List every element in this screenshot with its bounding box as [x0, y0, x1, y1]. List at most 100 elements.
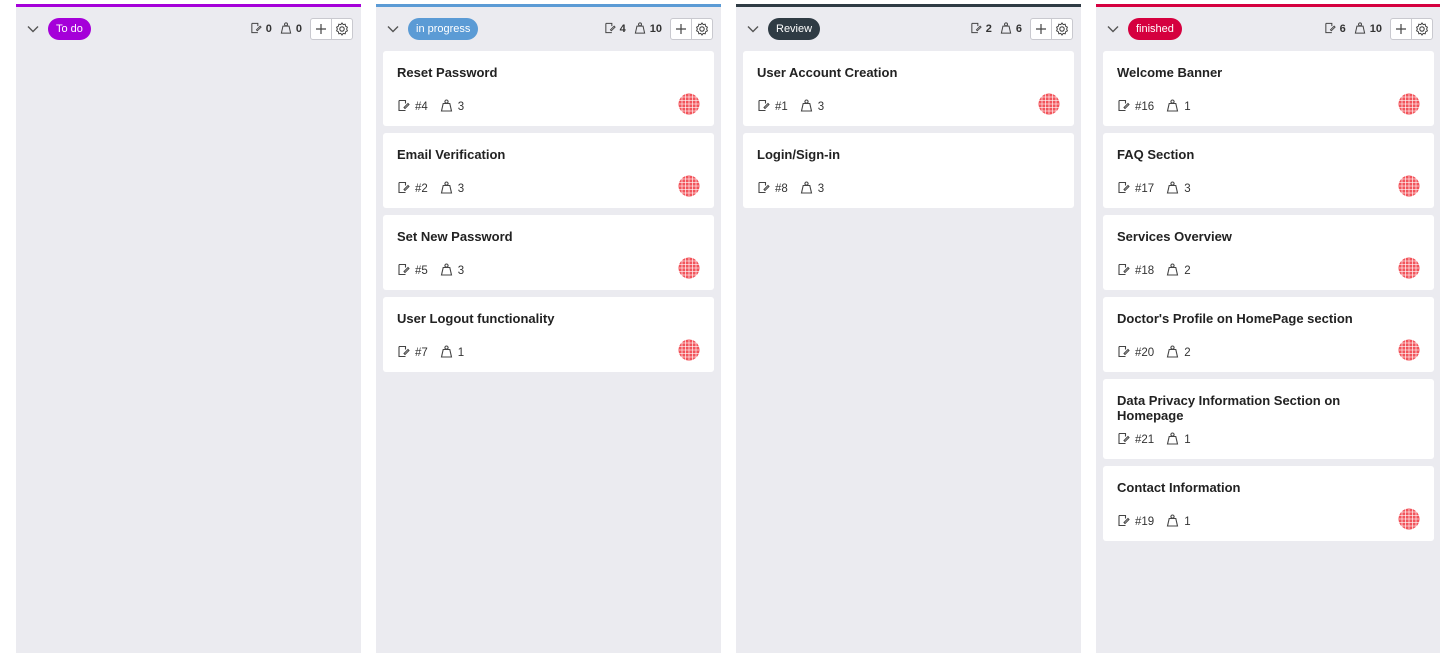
plus-icon[interactable] — [1391, 19, 1411, 39]
card-title: Email Verification — [397, 147, 506, 162]
plus-icon[interactable] — [671, 19, 691, 39]
status-badge[interactable]: To do — [48, 18, 91, 40]
card-points-value: 1 — [457, 347, 465, 359]
chevron-down-icon[interactable] — [1106, 22, 1120, 36]
column-to-do: To do 0 0 — [16, 4, 361, 653]
column-review: Review 2 6 User Account Creation #1 3 Login/Si… — [736, 4, 1081, 653]
issue-card[interactable]: Services Overview #18 2 — [1103, 215, 1434, 290]
card-ref: #19 — [1117, 514, 1154, 530]
status-badge[interactable]: finished — [1128, 18, 1182, 40]
card-ref: #18 — [1117, 263, 1154, 279]
weight-icon — [1166, 263, 1184, 279]
chevron-down-icon[interactable] — [746, 22, 760, 36]
plus-icon[interactable] — [1031, 19, 1051, 39]
issue-icon — [1324, 22, 1340, 37]
card-meta: #19 1 — [1117, 514, 1420, 530]
avatar[interactable] — [678, 257, 700, 279]
issue-icon — [757, 99, 775, 115]
weight-icon — [800, 181, 818, 197]
issue-card[interactable]: Email Verification #2 3 — [383, 133, 714, 208]
card-ref-value: #19 — [1135, 516, 1155, 528]
issue-icon — [1117, 99, 1135, 115]
gear-icon[interactable] — [331, 19, 352, 39]
card-ref: #7 — [397, 345, 428, 361]
issue-card[interactable]: User Account Creation #1 3 — [743, 51, 1074, 126]
issue-count: 4 — [604, 22, 626, 37]
weight-icon — [1000, 21, 1016, 37]
avatar[interactable] — [1398, 508, 1420, 530]
card-ref: #5 — [397, 263, 428, 279]
column-header: Review 2 6 — [736, 7, 1081, 51]
card-title: Data Privacy Information Section on Home… — [1117, 393, 1341, 423]
card-points-value: 1 — [1184, 516, 1191, 528]
card-points: 1 — [1166, 99, 1191, 115]
issue-card[interactable]: Contact Information #19 1 — [1103, 466, 1434, 541]
weight-icon — [1354, 21, 1370, 37]
status-badge[interactable]: Review — [768, 18, 821, 40]
column-stats: 26 — [962, 18, 1073, 40]
avatar[interactable] — [678, 175, 700, 197]
issue-card[interactable]: Login/Sign-in #8 3 — [743, 133, 1074, 208]
weight-icon — [1166, 99, 1184, 115]
points-total-value: 10 — [649, 23, 662, 35]
issue-icon — [397, 345, 415, 361]
card-meta: #16 1 — [1117, 99, 1420, 115]
card-meta: #17 3 — [1117, 181, 1420, 197]
card-points: 3 — [440, 263, 464, 279]
card-ref: #16 — [1117, 99, 1154, 115]
column-stats: 6 10 — [1316, 18, 1433, 40]
issue-card[interactable]: FAQ Section #17 3 — [1103, 133, 1434, 208]
chevron-down-icon[interactable] — [386, 22, 400, 36]
card-ref: #21 — [1117, 432, 1154, 448]
card-ref-value: #7 — [415, 347, 428, 359]
avatar[interactable] — [1398, 257, 1420, 279]
card-ref: #17 — [1117, 181, 1154, 197]
issue-icon — [397, 181, 415, 197]
points-total: 6 — [1000, 21, 1022, 37]
issue-icon — [757, 181, 775, 197]
gear-icon[interactable] — [1411, 19, 1432, 39]
weight-icon — [1166, 345, 1184, 361]
weight-icon — [1166, 514, 1184, 530]
card-meta: #4 3 — [397, 99, 700, 114]
card-points-value: 3 — [457, 101, 465, 113]
avatar[interactable] — [1398, 339, 1420, 361]
points-total: 10 — [1354, 21, 1382, 37]
weight-icon — [280, 21, 296, 37]
card-ref-value: #21 — [1135, 434, 1155, 446]
card-meta: #5 3 — [397, 263, 700, 279]
card-list: User Account Creation #1 3 Login/Sign-in #8 3 — [736, 51, 1081, 208]
avatar[interactable] — [1398, 175, 1420, 197]
avatar[interactable] — [1398, 93, 1420, 115]
weight-icon — [1166, 432, 1184, 448]
plus-icon[interactable] — [311, 19, 331, 39]
issue-card[interactable]: Reset Password #4 3 — [383, 51, 714, 126]
status-badge[interactable]: in progress — [408, 18, 479, 40]
card-points-value: 1 — [1184, 101, 1191, 113]
issue-card[interactable]: Doctor's Profile on HomePage section #20 2 — [1103, 297, 1434, 372]
avatar[interactable] — [678, 93, 700, 115]
issue-count: 0 — [250, 22, 272, 37]
avatar[interactable] — [678, 339, 700, 361]
column-stats: 00 — [242, 18, 353, 40]
gear-icon[interactable] — [1051, 19, 1072, 39]
card-points-value: 2 — [1184, 347, 1191, 359]
card-points-value: 3 — [457, 265, 465, 277]
issue-card[interactable]: Set New Password #5 3 — [383, 215, 714, 290]
chevron-down-icon[interactable] — [26, 22, 40, 36]
issue-icon — [1117, 263, 1135, 279]
issue-card[interactable]: Data Privacy Information Section on Home… — [1103, 379, 1434, 459]
card-meta: #18 2 — [1117, 263, 1420, 279]
column-header: in progress 4 10 — [376, 7, 721, 51]
column-actions — [670, 18, 713, 40]
card-points: 3 — [1166, 181, 1191, 197]
card-ref-value: #20 — [1135, 347, 1155, 359]
issue-card[interactable]: Welcome Banner #16 1 — [1103, 51, 1434, 126]
issue-card[interactable]: User Logout functionality #7 1 — [383, 297, 714, 372]
issue-count: 6 — [1324, 22, 1346, 37]
gear-icon[interactable] — [691, 19, 712, 39]
avatar[interactable] — [1038, 93, 1060, 115]
card-ref-value: #16 — [1135, 101, 1155, 113]
weight-icon — [440, 345, 458, 361]
card-ref-value: #4 — [415, 101, 428, 113]
